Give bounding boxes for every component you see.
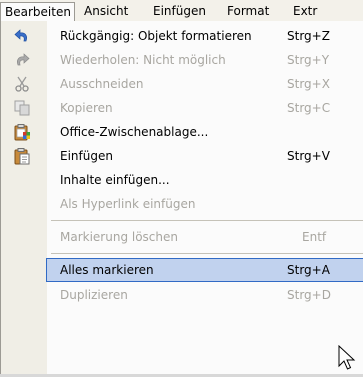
menu-item-office-clipboard[interactable]: Office-Zwischenablage... bbox=[1, 120, 363, 144]
menu-item-label: Inhalte einfügen... bbox=[60, 173, 170, 187]
menu-item-paste-special[interactable]: Inhalte einfügen... bbox=[1, 168, 363, 192]
menu-item-shortcut: Strg+Z bbox=[287, 29, 330, 43]
menu-separator bbox=[51, 220, 363, 221]
menu-separator bbox=[51, 253, 363, 254]
menu-item-copy[interactable]: Kopieren Strg+C bbox=[1, 96, 363, 120]
copy-icon bbox=[13, 99, 31, 117]
menu-item-label: Wiederholen: Nicht möglich bbox=[60, 53, 226, 67]
edit-dropdown-menu: Rückgängig: Objekt formatieren Strg+Z Wi… bbox=[0, 21, 363, 374]
menu-item-label: Rückgängig: Objekt formatieren bbox=[60, 29, 252, 43]
menu-item-shortcut: Strg+V bbox=[287, 149, 330, 163]
undo-icon bbox=[13, 27, 31, 45]
menu-bearbeiten[interactable]: Bearbeiten bbox=[0, 2, 75, 21]
menu-item-label: Markierung löschen bbox=[60, 230, 179, 244]
office-clipboard-icon bbox=[13, 123, 31, 141]
menu-item-duplicate[interactable]: Duplizieren Strg+D bbox=[1, 283, 363, 307]
menu-item-paste[interactable]: Einfügen Strg+V bbox=[1, 144, 363, 168]
menu-item-redo[interactable]: Wiederholen: Nicht möglich Strg+Y bbox=[1, 48, 363, 72]
menu-item-label: Duplizieren bbox=[60, 288, 128, 302]
redo-icon bbox=[13, 51, 31, 69]
menu-item-label: Alles markieren bbox=[60, 263, 154, 277]
menu-item-select-all[interactable]: Alles markieren Strg+A bbox=[46, 258, 363, 282]
arrow-cursor-icon bbox=[338, 344, 358, 374]
menu-item-undo[interactable]: Rückgängig: Objekt formatieren Strg+Z bbox=[1, 24, 363, 48]
menu-ansicht[interactable]: Ansicht bbox=[80, 2, 132, 21]
menu-item-shortcut: Strg+Y bbox=[287, 53, 330, 67]
menu-item-paste-as-hyperlink[interactable]: Als Hyperlink einfügen bbox=[1, 192, 363, 216]
menu-item-shortcut: Strg+X bbox=[287, 77, 330, 91]
menu-format[interactable]: Format bbox=[223, 2, 273, 21]
menu-item-label: Einfügen bbox=[60, 149, 113, 163]
paste-icon bbox=[13, 147, 31, 165]
menu-item-label: Als Hyperlink einfügen bbox=[60, 197, 196, 211]
menu-item-label: Office-Zwischenablage... bbox=[60, 125, 209, 139]
menu-item-shortcut: Strg+D bbox=[287, 288, 331, 302]
menu-item-shortcut: Strg+C bbox=[287, 101, 331, 115]
menu-item-clear-selection[interactable]: Markierung löschen Entf bbox=[1, 225, 363, 249]
menu-item-shortcut: Entf bbox=[302, 230, 327, 244]
menu-item-shortcut: Strg+A bbox=[287, 263, 330, 277]
menu-bar: Bearbeiten Ansicht Einfügen Format Extr bbox=[0, 0, 363, 23]
menu-item-label: Kopieren bbox=[60, 101, 113, 115]
menu-einfuegen[interactable]: Einfügen bbox=[149, 2, 210, 21]
menu-item-cut[interactable]: Ausschneiden Strg+X bbox=[1, 72, 363, 96]
menu-item-label: Ausschneiden bbox=[60, 77, 144, 91]
menu-extras[interactable]: Extr bbox=[289, 2, 321, 21]
cut-icon bbox=[13, 75, 31, 93]
